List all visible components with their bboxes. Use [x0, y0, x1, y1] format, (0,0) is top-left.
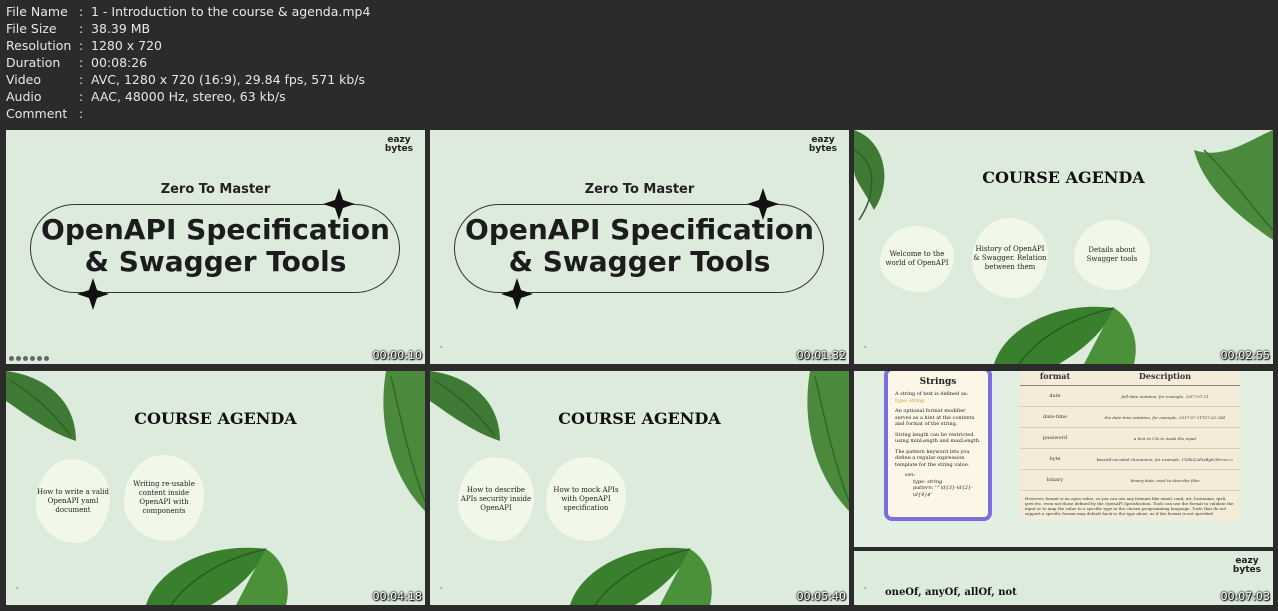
table-cell: the date-time notation, for example, 201…: [1104, 414, 1226, 420]
thumbnail-2[interactable]: eazy bytes Zero To Master OpenAPI Specifi…: [430, 130, 849, 364]
timestamp: 00:01:32: [796, 349, 846, 362]
file-info-label: Video: [6, 72, 42, 87]
agenda-item-1: How to describe APIs security inside Ope…: [458, 457, 534, 541]
strings-slide: Strings A string of text is defined as: …: [854, 371, 1273, 547]
table-cell: binary: [1046, 477, 1064, 483]
table-row: binary binary data, used to describe file…: [1020, 470, 1240, 491]
agenda-item-2: Writing re-usable content inside OpenAPI…: [124, 455, 204, 541]
file-info-label: Comment: [6, 106, 68, 121]
table-row: byte base64-encoded characters, for examp…: [1020, 449, 1240, 470]
agenda-heading: COURSE AGENDA: [982, 168, 1145, 187]
thumbnail-4[interactable]: COURSE AGENDA How to write a valid OpenA…: [6, 371, 425, 605]
agenda-item-1: Welcome to the world of OpenAPI: [880, 226, 954, 292]
timestamp: 00:00:10: [372, 349, 422, 362]
file-info-label: Duration: [6, 55, 61, 70]
table-row: password a hint to UIs to mask the input: [1020, 428, 1240, 449]
file-info-value: AAC, 48000 Hz, stereo, 63 kb/s: [91, 89, 286, 104]
player-controls[interactable]: [9, 356, 49, 361]
agenda-item-3: Details about Swagger tools: [1074, 220, 1150, 290]
file-info-row: Video: AVC, 1280 x 720 (16:9), 29.84 fps,…: [6, 72, 366, 87]
file-info-label: File Name: [6, 4, 68, 19]
thumbnail-1[interactable]: eazy bytes Zero To Master OpenAPI Specifi…: [6, 130, 425, 364]
file-info-row: Resolution:1280 x 720: [6, 38, 163, 53]
slide-title: OpenAPI Specification & Swagger Tools: [41, 213, 390, 278]
thumbnail-5[interactable]: COURSE AGENDA How to describe APIs secur…: [430, 371, 849, 605]
table-cell: base64-encoded characters, for example, …: [1096, 456, 1234, 462]
next-slide: eazy bytes oneOf, anyOf, allOf, not ˈ: [854, 551, 1273, 605]
timestamp: 00:05:40: [796, 590, 846, 603]
agenda-heading: COURSE AGENDA: [134, 409, 297, 428]
file-info-value: 00:08:26: [91, 55, 148, 70]
file-info-value: 1280 x 720: [91, 38, 163, 53]
file-info-value: AVC, 1280 x 720 (16:9), 29.84 fps, 571 k…: [91, 72, 366, 87]
agenda-item-1: How to write a valid OpenAPI yaml docume…: [36, 459, 110, 543]
file-info-label: Resolution: [6, 38, 72, 53]
table-row: date-time the date-time notation, for exa…: [1020, 407, 1240, 428]
table-cell: a hint to UIs to mask the input: [1133, 435, 1197, 441]
timestamp: 00:04:18: [372, 590, 422, 603]
agenda-heading: COURSE AGENDA: [558, 409, 721, 428]
file-info-row: File Size:38.39 MB: [6, 21, 151, 36]
file-info-row: File Name:1 - Introduction to the course…: [6, 4, 371, 19]
slide-title: OpenAPI Specification & Swagger Tools: [465, 213, 814, 278]
file-info-row: Duration:00:08:26: [6, 55, 148, 70]
file-info-row: Comment:: [6, 106, 84, 121]
table-cell: full-date notation, for example, 2017-07…: [1121, 393, 1209, 399]
file-info-label: File Size: [6, 21, 57, 36]
file-info-value: 1 - Introduction to the course & agenda.…: [91, 4, 371, 19]
agenda-item-2: How to mock APIs with OpenAPI specificat…: [546, 457, 626, 541]
eazybytes-logo: eazy bytes: [1232, 556, 1261, 575]
thumbnail-6[interactable]: Strings A string of text is defined as: …: [854, 371, 1273, 605]
slide-title: oneOf, anyOf, allOf, not: [885, 587, 1017, 598]
strings-card: Strings A string of text is defined as: …: [884, 371, 992, 521]
file-info-panel: File Name:1 - Introduction to the course…: [6, 3, 370, 122]
timestamp: 00:02:55: [1220, 349, 1270, 362]
thumbnail-3[interactable]: COURSE AGENDA Welcome to the world of Op…: [854, 130, 1273, 364]
agenda-item-2: History of OpenAPI & Swagger. Relation b…: [972, 218, 1048, 298]
table-cell: password: [1042, 435, 1068, 441]
table-cell: binary data, used to describe files: [1130, 477, 1200, 483]
table-cell: date-time: [1042, 414, 1068, 420]
file-info-label: Audio: [6, 89, 42, 104]
format-table: format Description date full-date notatio…: [1020, 371, 1240, 521]
table-cell: byte: [1049, 456, 1061, 462]
table-row: date full-date notation, for example, 201…: [1020, 386, 1240, 407]
table-cell: date: [1049, 393, 1061, 399]
file-info-row: Audio: AAC, 48000 Hz, stereo, 63 kb/s: [6, 89, 286, 104]
file-info-value: 38.39 MB: [91, 21, 151, 36]
timestamp: 00:07:03: [1220, 590, 1270, 603]
